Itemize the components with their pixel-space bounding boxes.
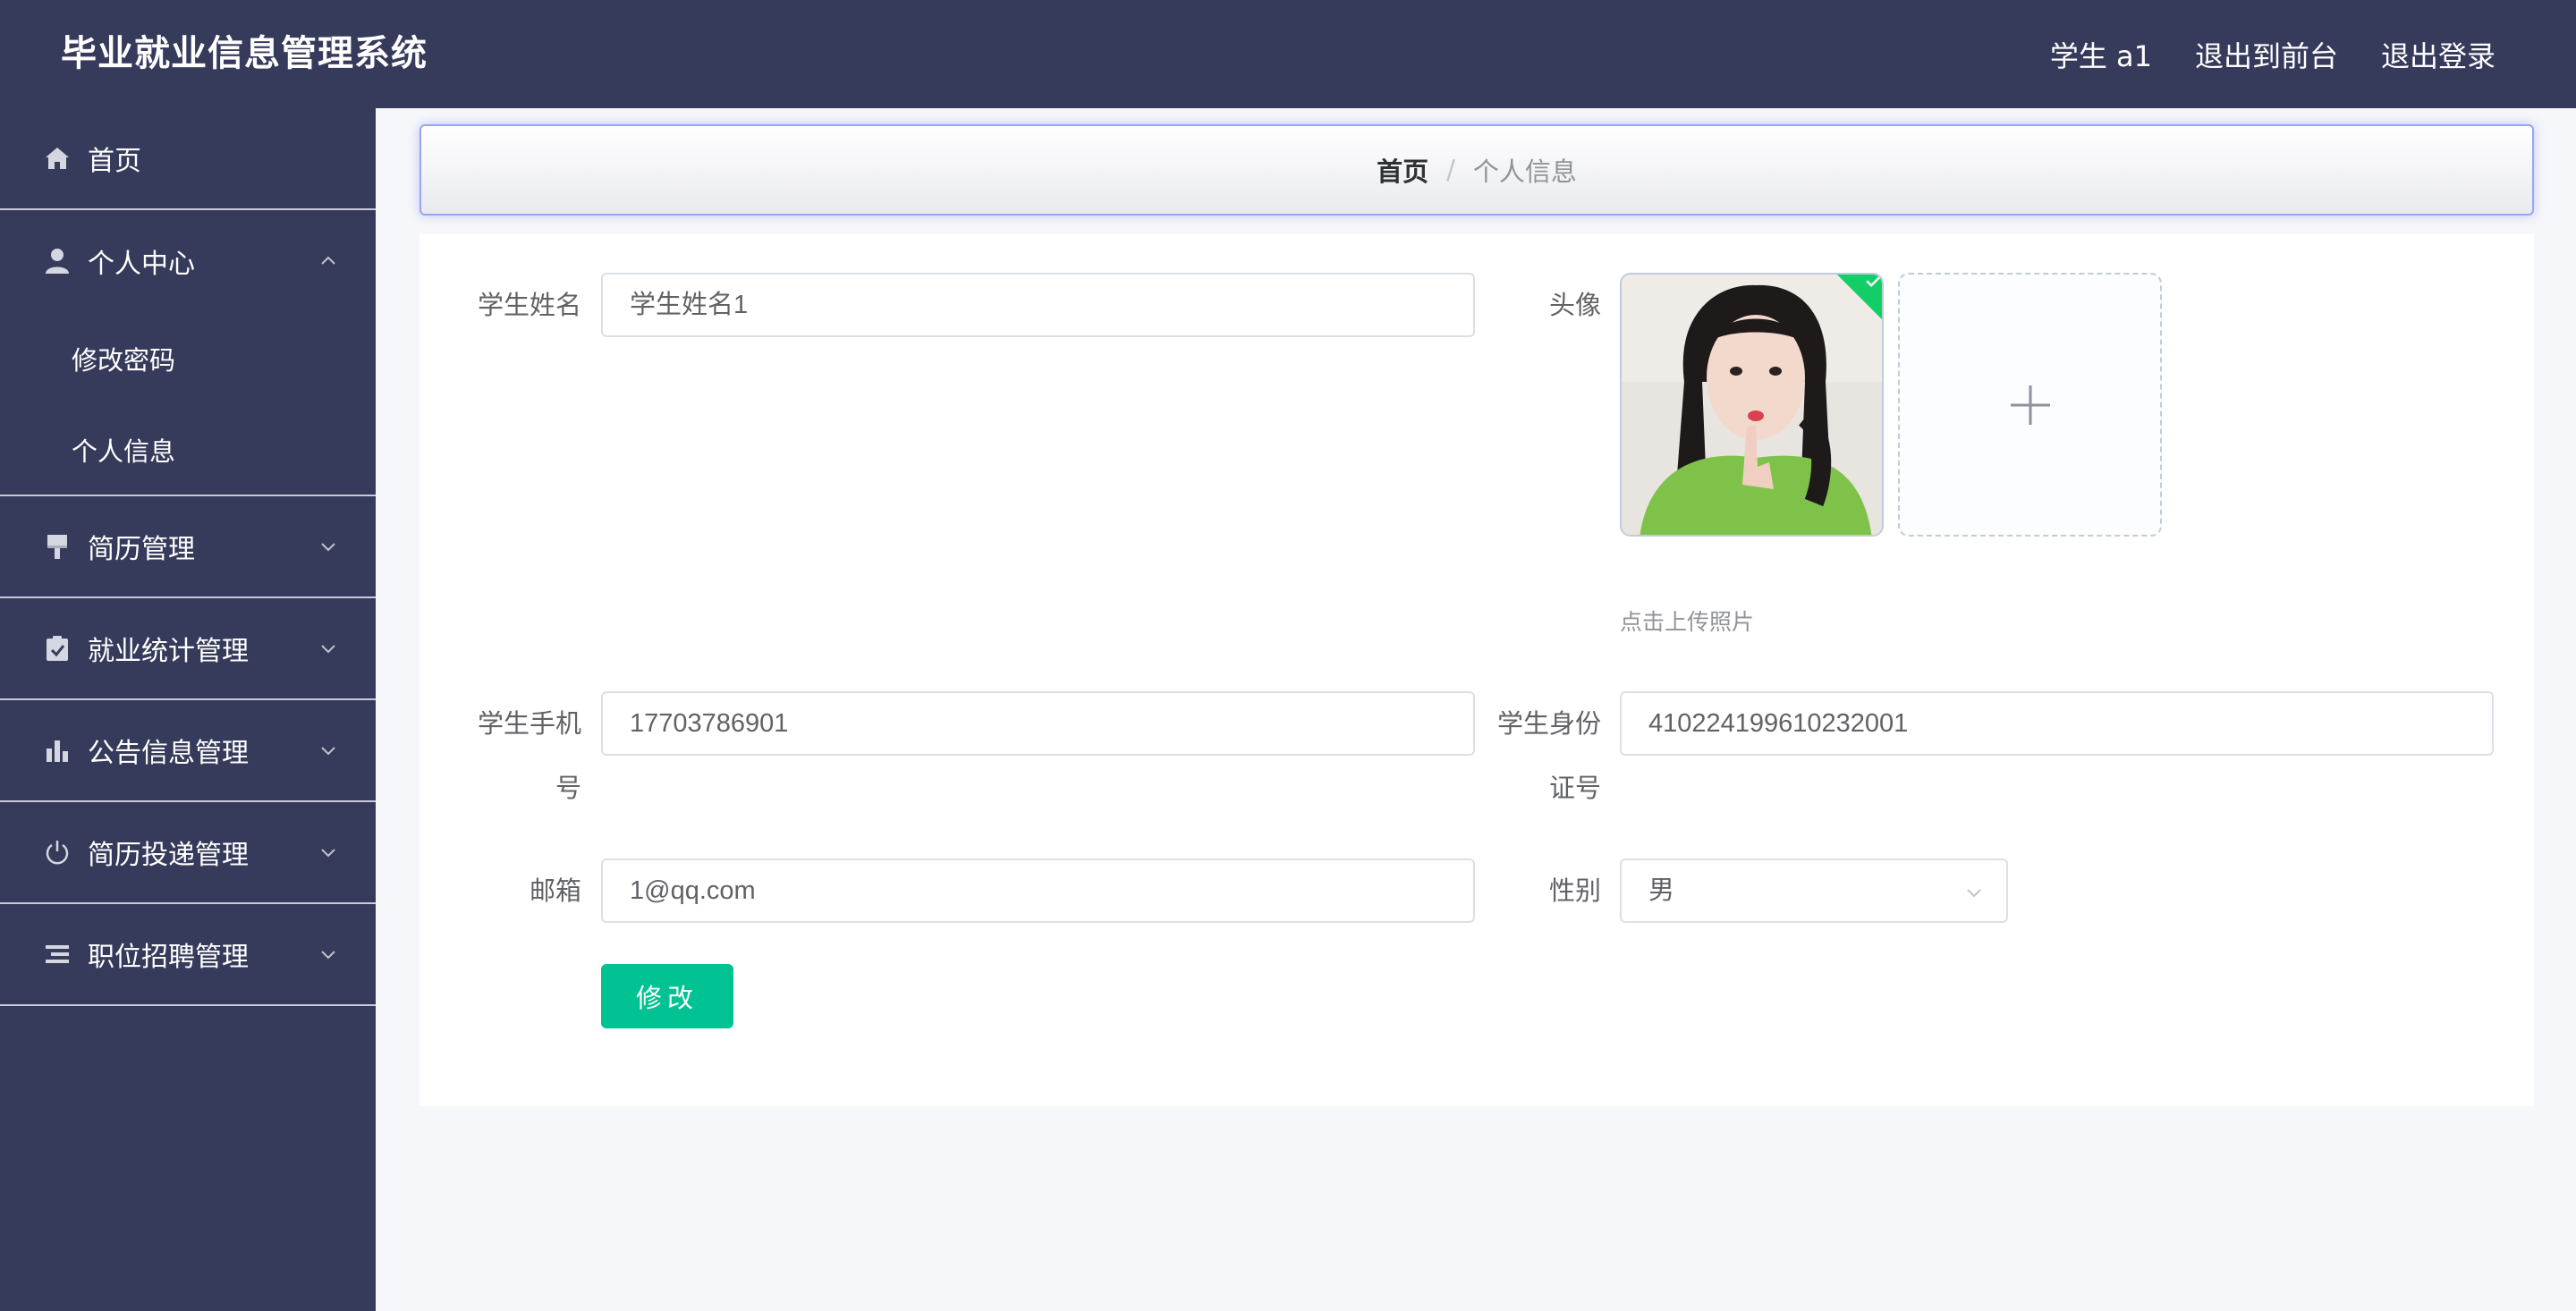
label-line: 证号 <box>1548 773 1601 803</box>
sidebar-item-home[interactable]: 首页 <box>0 108 376 210</box>
clipboard-check-icon <box>43 634 72 663</box>
plus-icon <box>2010 385 2050 425</box>
student-idcard-input[interactable]: 410224199610232001 <box>1620 691 2494 756</box>
sidebar-item-label: 简历投递管理 <box>88 840 249 871</box>
chevron-down-icon <box>321 747 335 756</box>
avatar-photo[interactable] <box>1620 273 1884 537</box>
sidebar-item-resume-delivery[interactable]: 简历投递管理 <box>0 802 376 904</box>
chevron-down-icon <box>321 951 335 960</box>
gender-label: 性别 <box>1548 875 1601 906</box>
student-name-label: 学生姓名 <box>477 290 581 320</box>
home-icon <box>43 144 72 173</box>
check-icon <box>1866 275 1882 288</box>
personal-center-submenu: 修改密码 个人信息 <box>0 312 376 496</box>
sidebar-item-resume[interactable]: 简历管理 <box>0 496 376 598</box>
current-user-label: 学生 a1 <box>2049 38 2152 73</box>
exit-to-front-link[interactable]: 退出到前台 <box>2195 34 2338 75</box>
avatar-label: 头像 <box>1548 290 1601 320</box>
chevron-down-icon <box>1967 889 1981 898</box>
label-line: 号 <box>555 773 581 803</box>
top-header: 毕业就业信息管理系统 学生 a1 退出到前台 退出登录 <box>0 0 2576 108</box>
avatar-upload-tip: 点击上传照片 <box>1620 609 1755 635</box>
breadcrumb-current: 个人信息 <box>1472 156 1577 187</box>
sidebar-item-label: 首页 <box>88 146 141 177</box>
sidebar-item-announcements[interactable]: 公告信息管理 <box>0 700 376 802</box>
personal-info-form <box>419 234 2534 1106</box>
breadcrumb-separator: / <box>1446 155 1455 185</box>
gender-select[interactable]: 男 <box>1620 858 2008 923</box>
sidebar-item-job-recruitment[interactable]: 职位招聘管理 <box>0 904 376 1006</box>
breadcrumb-home-link[interactable]: 首页 <box>1377 151 1428 189</box>
sidebar-item-label: 个人中心 <box>88 249 195 280</box>
bar-chart-icon <box>43 736 72 765</box>
chevron-down-icon <box>321 543 335 552</box>
sidebar-item-label: 职位招聘管理 <box>88 942 249 973</box>
student-phone-label: 学生手机 号 <box>465 691 581 820</box>
sidebar: 首页 个人中心 修改密码 个人信息 简历管理 就业统计管理 公告信息管理 简历投… <box>0 108 376 1311</box>
sidebar-subitem-personal-info[interactable]: 个人信息 <box>0 405 376 495</box>
student-idcard-label: 学生身份 证号 <box>1485 691 1601 820</box>
app-title: 毕业就业信息管理系统 <box>61 33 428 74</box>
avatar-upload-button[interactable] <box>1898 273 2162 537</box>
avatar-image <box>1622 275 1882 535</box>
breadcrumb: 首页 / 个人信息 <box>419 124 2534 216</box>
label-line: 学生身份 <box>1496 708 1601 739</box>
sidebar-subitem-change-password[interactable]: 修改密码 <box>0 312 376 405</box>
user-icon <box>43 247 72 275</box>
email-label: 邮箱 <box>529 875 581 906</box>
power-icon <box>43 838 72 867</box>
label-line: 学生手机 <box>477 708 581 739</box>
chevron-down-icon <box>321 645 335 654</box>
header-actions: 学生 a1 退出到前台 退出登录 <box>2007 0 2496 108</box>
student-phone-input[interactable]: 17703786901 <box>601 691 1475 756</box>
chevron-up-icon <box>321 256 335 265</box>
email-input[interactable]: 1@qq.com <box>601 858 1475 923</box>
sidebar-item-personal-center[interactable]: 个人中心 <box>0 210 376 312</box>
sidebar-item-label: 就业统计管理 <box>88 636 249 667</box>
sidebar-item-label: 公告信息管理 <box>88 738 249 769</box>
student-name-input[interactable]: 学生姓名1 <box>601 273 1475 337</box>
submit-button[interactable]: 修改 <box>601 964 733 1028</box>
gender-selected-value: 男 <box>1648 876 1675 905</box>
sidebar-item-employment-stats[interactable]: 就业统计管理 <box>0 598 376 700</box>
brush-icon <box>43 532 72 561</box>
list-icon <box>43 940 72 968</box>
sidebar-item-label: 简历管理 <box>88 534 195 565</box>
chevron-down-icon <box>321 849 335 858</box>
logout-link[interactable]: 退出登录 <box>2381 34 2496 75</box>
